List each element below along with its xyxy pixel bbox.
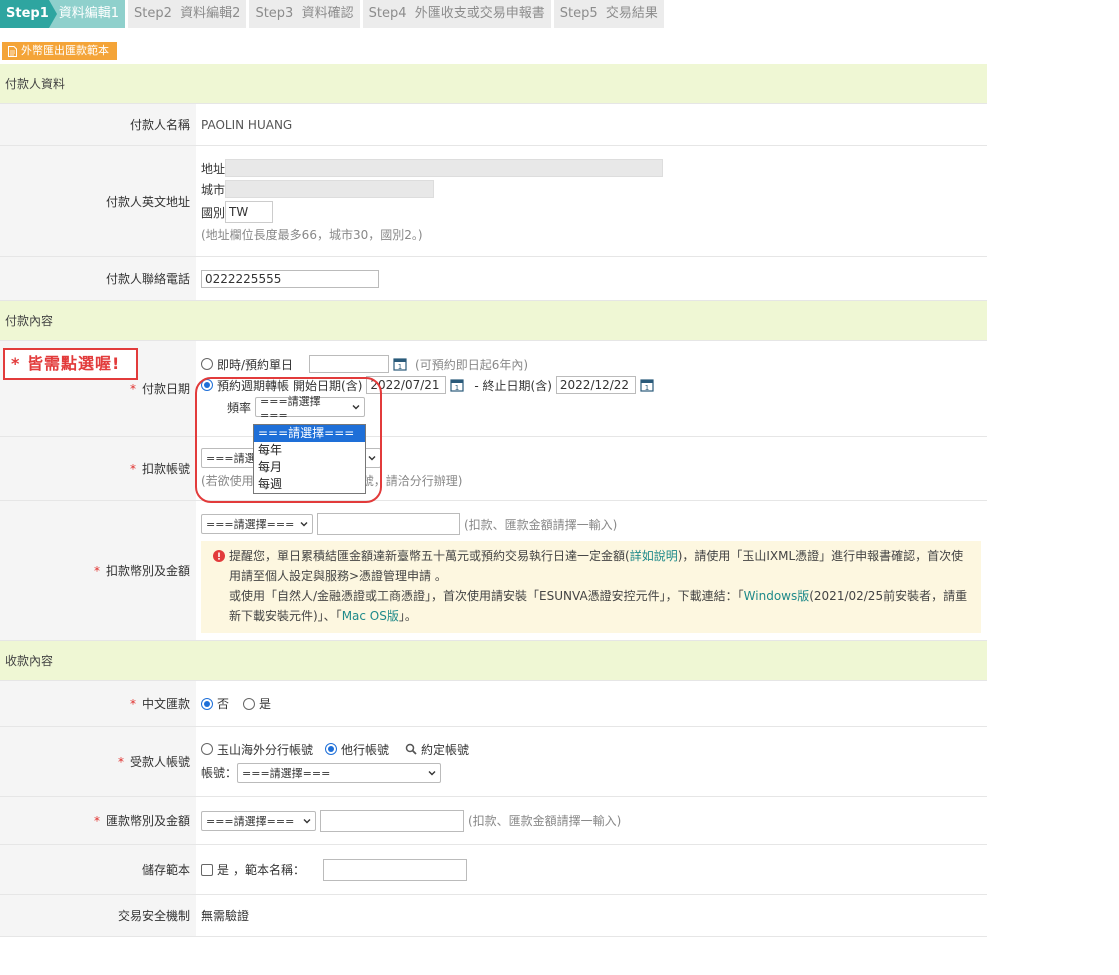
payee-other-radio[interactable] (325, 743, 338, 755)
annotation-required-note: * 皆需點選喔! (3, 348, 138, 380)
row-security: 交易安全機制 無需驗證 (0, 895, 987, 937)
chinese-remit-label: * 中文匯款 (0, 681, 196, 726)
row-payment-date: * 付款日期 即時/預約單日 1 (可預約即日起6年內) 預約週期轉帳 開始日期(… (0, 341, 987, 437)
calendar-icon[interactable]: 1 (393, 357, 407, 371)
payer-phone-label: 付款人聯絡電話 (0, 257, 196, 300)
row-payer-phone: 付款人聯絡電話 (0, 257, 987, 301)
date-periodic-radio[interactable] (201, 379, 213, 391)
frequency-option[interactable]: 每月 (254, 459, 365, 476)
payer-name-value: PAOLIN HUANG (201, 117, 293, 132)
chinese-no-radio[interactable] (201, 697, 213, 710)
section-receive: 收款內容 (0, 641, 987, 681)
frequency-option[interactable]: 每年 (254, 442, 365, 459)
windows-download-link[interactable]: Windows版 (744, 589, 810, 603)
payer-address-group: 地址 城市 國別 (地址欄位長度最多66，城市30，國別2。) (196, 146, 987, 256)
chevron-down-icon (352, 405, 360, 410)
payee-account-label: * 受款人帳號 (0, 727, 196, 796)
chinese-yes-radio[interactable] (243, 697, 256, 710)
row-debit-currency: * 扣款幣別及金額 ===請選擇=== (扣款、匯款金額請擇一輸入) 提醒您，單日… (0, 501, 987, 641)
row-payer-name: 付款人名稱 PAOLIN HUANG (0, 104, 987, 146)
row-save-template: 儲存範本 是 ，範本名稱： (0, 845, 987, 895)
row-payee-account: * 受款人帳號 玉山海外分行帳號 他行帳號 約定帳號 帳號： ===請選擇=== (0, 727, 987, 797)
template-name-input[interactable] (323, 858, 468, 881)
debit-amount-input[interactable] (317, 513, 460, 535)
chevron-down-icon (428, 770, 436, 775)
step-1: Step1 (0, 0, 49, 28)
sample-template-button[interactable]: 外幣匯出匯款範本 (2, 42, 117, 60)
security-label: 交易安全機制 (0, 895, 196, 936)
remit-amount-input[interactable] (320, 809, 464, 832)
certificate-notice: 提醒您，單日累積結匯金額達新臺幣五十萬元或預約交易執行日達一定金額(詳如說明)，… (201, 541, 981, 633)
detail-link[interactable]: 詳如說明 (630, 549, 678, 563)
remit-currency-label: * 匯款幣別及金額 (0, 797, 196, 844)
document-icon (8, 45, 17, 57)
payer-address-label: 付款人英文地址 (0, 146, 196, 256)
city-input[interactable] (225, 180, 435, 198)
section-payment: 付款內容 (0, 301, 987, 341)
chevron-down-icon (303, 818, 311, 823)
save-template-checkbox[interactable] (201, 863, 213, 876)
row-debit-account: * 扣款帳號 ===請選 (若欲使用 帳號，請洽分行辦理) (0, 437, 987, 501)
step-1-label-wrap: 資料編輯1 (48, 0, 126, 28)
country-input[interactable] (225, 201, 274, 223)
row-chinese-remit: * 中文匯款 否 是 (0, 681, 987, 727)
search-icon[interactable] (405, 743, 417, 755)
step-5: Step5 交易結果 (553, 0, 664, 28)
frequency-option[interactable]: ===請選擇=== (254, 425, 365, 442)
payment-date-group: 即時/預約單日 1 (可預約即日起6年內) 預約週期轉帳 開始日期(含) 1 -… (196, 341, 987, 436)
step-1-label: 資料編輯1 (56, 0, 126, 28)
payee-esun-radio[interactable] (201, 743, 213, 755)
step-arrow-icon (48, 0, 57, 28)
address-hint: (地址欄位長度最多66，城市30，國別2。) (201, 228, 423, 242)
step-4: Step4 外匯收支或交易申報書 (362, 0, 551, 28)
debit-currency-label: * 扣款幣別及金額 (0, 501, 196, 640)
svg-text:1: 1 (455, 384, 459, 392)
steps-bar: Step1 資料編輯1 Step2 資料編輯2 Step3 資料確認 Step4… (0, 0, 667, 28)
end-date-input[interactable] (555, 376, 636, 394)
phone-input[interactable] (201, 269, 379, 288)
chevron-down-icon (368, 456, 376, 461)
debit-account-label: * 扣款帳號 (0, 437, 196, 500)
address-input[interactable] (225, 159, 664, 177)
remit-currency-select[interactable]: ===請選擇=== (201, 810, 316, 831)
security-value: 無需驗證 (201, 909, 250, 923)
svg-text:1: 1 (645, 384, 649, 392)
svg-text:1: 1 (398, 363, 402, 371)
calendar-icon[interactable]: 1 (640, 378, 654, 392)
row-remit-currency: * 匯款幣別及金額 ===請選擇=== (扣款、匯款金額請擇一輸入) (0, 797, 987, 845)
debit-currency-group: ===請選擇=== (扣款、匯款金額請擇一輸入) 提醒您，單日累積結匯金額達新臺… (196, 501, 987, 640)
frequency-select[interactable]: ===請選擇=== (255, 395, 366, 422)
frequency-option[interactable]: 每週 (254, 476, 365, 493)
single-date-input[interactable] (309, 355, 390, 373)
date-single-radio[interactable] (201, 358, 213, 370)
macos-download-link[interactable]: Mac OS版 (342, 609, 399, 623)
chevron-down-icon (300, 522, 308, 527)
calendar-icon[interactable]: 1 (450, 378, 464, 392)
agreed-account-link[interactable]: 約定帳號 (421, 741, 469, 758)
start-date-input[interactable] (366, 376, 447, 394)
warning-icon (213, 550, 225, 562)
step-2: Step2 資料編輯2 (128, 0, 247, 28)
section-payer: 付款人資料 (0, 64, 987, 104)
account-select[interactable]: ===請選擇=== (237, 762, 442, 783)
remittance-form: 付款人資料 付款人名稱 PAOLIN HUANG 付款人英文地址 地址 城市 國… (0, 64, 987, 937)
debit-currency-select[interactable]: ===請選擇=== (201, 514, 313, 534)
frequency-dropdown-list: ===請選擇=== 每年 每月 每週 (253, 424, 366, 494)
row-payer-address: 付款人英文地址 地址 城市 國別 (地址欄位長度最多66，城市30，國別2。) (0, 146, 987, 257)
step-3: Step3 資料確認 (249, 0, 360, 28)
save-template-label: 儲存範本 (0, 845, 196, 894)
payer-name-label: 付款人名稱 (0, 104, 196, 145)
